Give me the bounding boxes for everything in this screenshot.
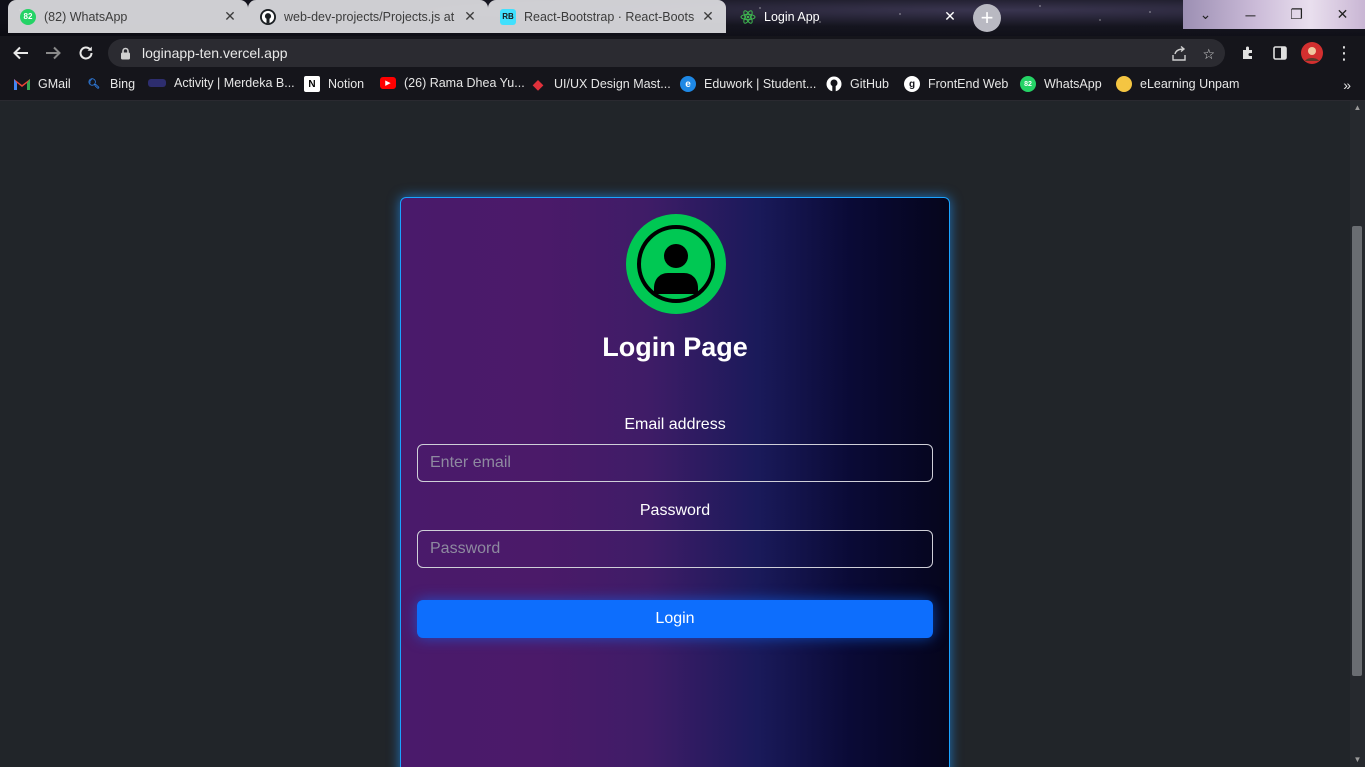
forward-icon[interactable]	[39, 39, 67, 67]
merdeka-icon	[148, 79, 166, 87]
password-field[interactable]	[417, 530, 933, 568]
tab-label: React-Bootstrap · React-Bootstra	[524, 9, 694, 24]
bookmark-label: Eduwork | Student...	[704, 77, 817, 91]
tab-strip: 82 (82) WhatsApp ✕ web-dev-projects/Proj…	[0, 0, 1365, 36]
bookmark-eduwork[interactable]: e Eduwork | Student...	[680, 76, 816, 92]
bookmark-elearning[interactable]: eLearning Unpam	[1116, 76, 1239, 92]
tab-whatsapp[interactable]: 82 (82) WhatsApp ✕	[8, 0, 248, 33]
react-bootstrap-icon: RB	[500, 8, 516, 25]
bookmark-notion[interactable]: N Notion	[304, 76, 364, 92]
github-icon	[260, 8, 276, 25]
page-viewport: Login Page Email address Password Login	[0, 101, 1350, 767]
bookmark-whatsapp[interactable]: 82 WhatsApp	[1020, 76, 1102, 92]
bookmark-github[interactable]: GitHub	[826, 76, 889, 92]
profile-avatar[interactable]	[1298, 39, 1326, 67]
bookmark-gmail[interactable]: GMail	[14, 76, 71, 92]
browser-toolbar: loginapp-ten.vercel.app ☆ ⋮	[0, 36, 1365, 69]
url-text[interactable]: loginapp-ten.vercel.app	[142, 45, 288, 61]
bookmark-frontend[interactable]: g FrontEnd Web	[904, 76, 1008, 92]
back-icon[interactable]	[7, 39, 35, 67]
whatsapp-icon: 82	[20, 8, 36, 25]
ruby-icon: ◆	[532, 75, 544, 92]
eduwork-icon: e	[680, 76, 696, 92]
tab-label: (82) WhatsApp	[44, 9, 128, 24]
bookmark-label: Notion	[328, 77, 365, 91]
reload-icon[interactable]	[72, 39, 100, 67]
bookmark-label: Activity | Merdeka B...	[174, 76, 295, 90]
bookmark-label: WhatsApp	[1044, 77, 1102, 91]
whatsapp-icon: 82	[1020, 76, 1036, 92]
minimize-icon[interactable]: ─	[1228, 0, 1273, 29]
scroll-down-icon[interactable]: ▼	[1350, 753, 1365, 767]
tab-label: web-dev-projects/Projects.js at m	[284, 9, 456, 24]
notion-icon: N	[304, 76, 320, 92]
bookmark-label: Bing	[110, 77, 136, 91]
scroll-up-icon[interactable]: ▲	[1350, 101, 1365, 115]
user-avatar-icon	[626, 214, 726, 314]
bookmark-label: FrontEnd Web	[928, 77, 1009, 91]
close-icon[interactable]: ✕	[942, 8, 958, 25]
tab-login-app[interactable]: Login App ✕	[728, 0, 968, 33]
bookmarks-bar: GMail 🔍︎ Bing Activity | Merdeka B... N …	[0, 69, 1365, 101]
bookmark-label: GitHub	[850, 77, 889, 91]
bookmark-bing[interactable]: 🔍︎ Bing	[86, 76, 135, 92]
new-tab-button[interactable]: +	[973, 4, 1001, 32]
login-button[interactable]: Login	[417, 600, 933, 638]
share-icon[interactable]	[1171, 45, 1187, 65]
bookmark-star-icon[interactable]: ☆	[1202, 46, 1215, 63]
tab-label: Login App	[764, 9, 820, 24]
tab-search-icon[interactable]: ⌄	[1183, 0, 1228, 29]
email-label: Email address	[624, 416, 726, 433]
password-label: Password	[639, 502, 711, 519]
bookmark-uiux[interactable]: ◆ UI/UX Design Mast...	[530, 76, 671, 92]
bookmark-merdeka[interactable]: Activity | Merdeka B...	[148, 76, 295, 90]
bookmark-label: (26) Rama Dhea Yu...	[404, 76, 525, 90]
email-field[interactable]	[417, 444, 933, 482]
side-panel-icon[interactable]	[1266, 39, 1294, 67]
tab-github[interactable]: web-dev-projects/Projects.js at m ✕	[248, 0, 488, 33]
browser-menu-icon[interactable]: ⋮	[1330, 39, 1358, 67]
login-card: Login Page Email address Password Login	[400, 197, 950, 767]
page-scrollbar[interactable]: ▲ ▼	[1350, 101, 1365, 767]
window-close-icon[interactable]: ✕	[1320, 0, 1365, 29]
tab-react-bootstrap[interactable]: RB React-Bootstrap · React-Bootstra ✕	[488, 0, 726, 33]
lock-icon[interactable]	[120, 47, 131, 65]
elearning-icon	[1116, 76, 1132, 92]
close-icon[interactable]: ✕	[700, 8, 716, 25]
bing-icon: 🔍︎	[87, 78, 101, 90]
bookmarks-overflow-button[interactable]: »	[1343, 77, 1351, 93]
scrollbar-thumb[interactable]	[1352, 226, 1362, 676]
frontend-icon: g	[904, 76, 920, 92]
bookmark-label: GMail	[38, 77, 71, 91]
address-bar[interactable]: loginapp-ten.vercel.app ☆	[108, 39, 1225, 67]
github-icon	[826, 76, 842, 92]
gmail-icon	[14, 76, 30, 92]
bookmark-youtube[interactable]: ▶ (26) Rama Dhea Yu...	[380, 76, 525, 90]
close-icon[interactable]: ✕	[222, 8, 238, 25]
extensions-icon[interactable]	[1234, 39, 1262, 67]
youtube-icon: ▶	[380, 77, 396, 89]
close-icon[interactable]: ✕	[462, 8, 478, 25]
page-title: Login Page	[602, 332, 748, 362]
bookmark-label: eLearning Unpam	[1140, 77, 1240, 91]
restore-icon[interactable]: ❐	[1274, 0, 1319, 29]
react-icon	[740, 9, 756, 25]
bookmark-label: UI/UX Design Mast...	[554, 77, 671, 91]
